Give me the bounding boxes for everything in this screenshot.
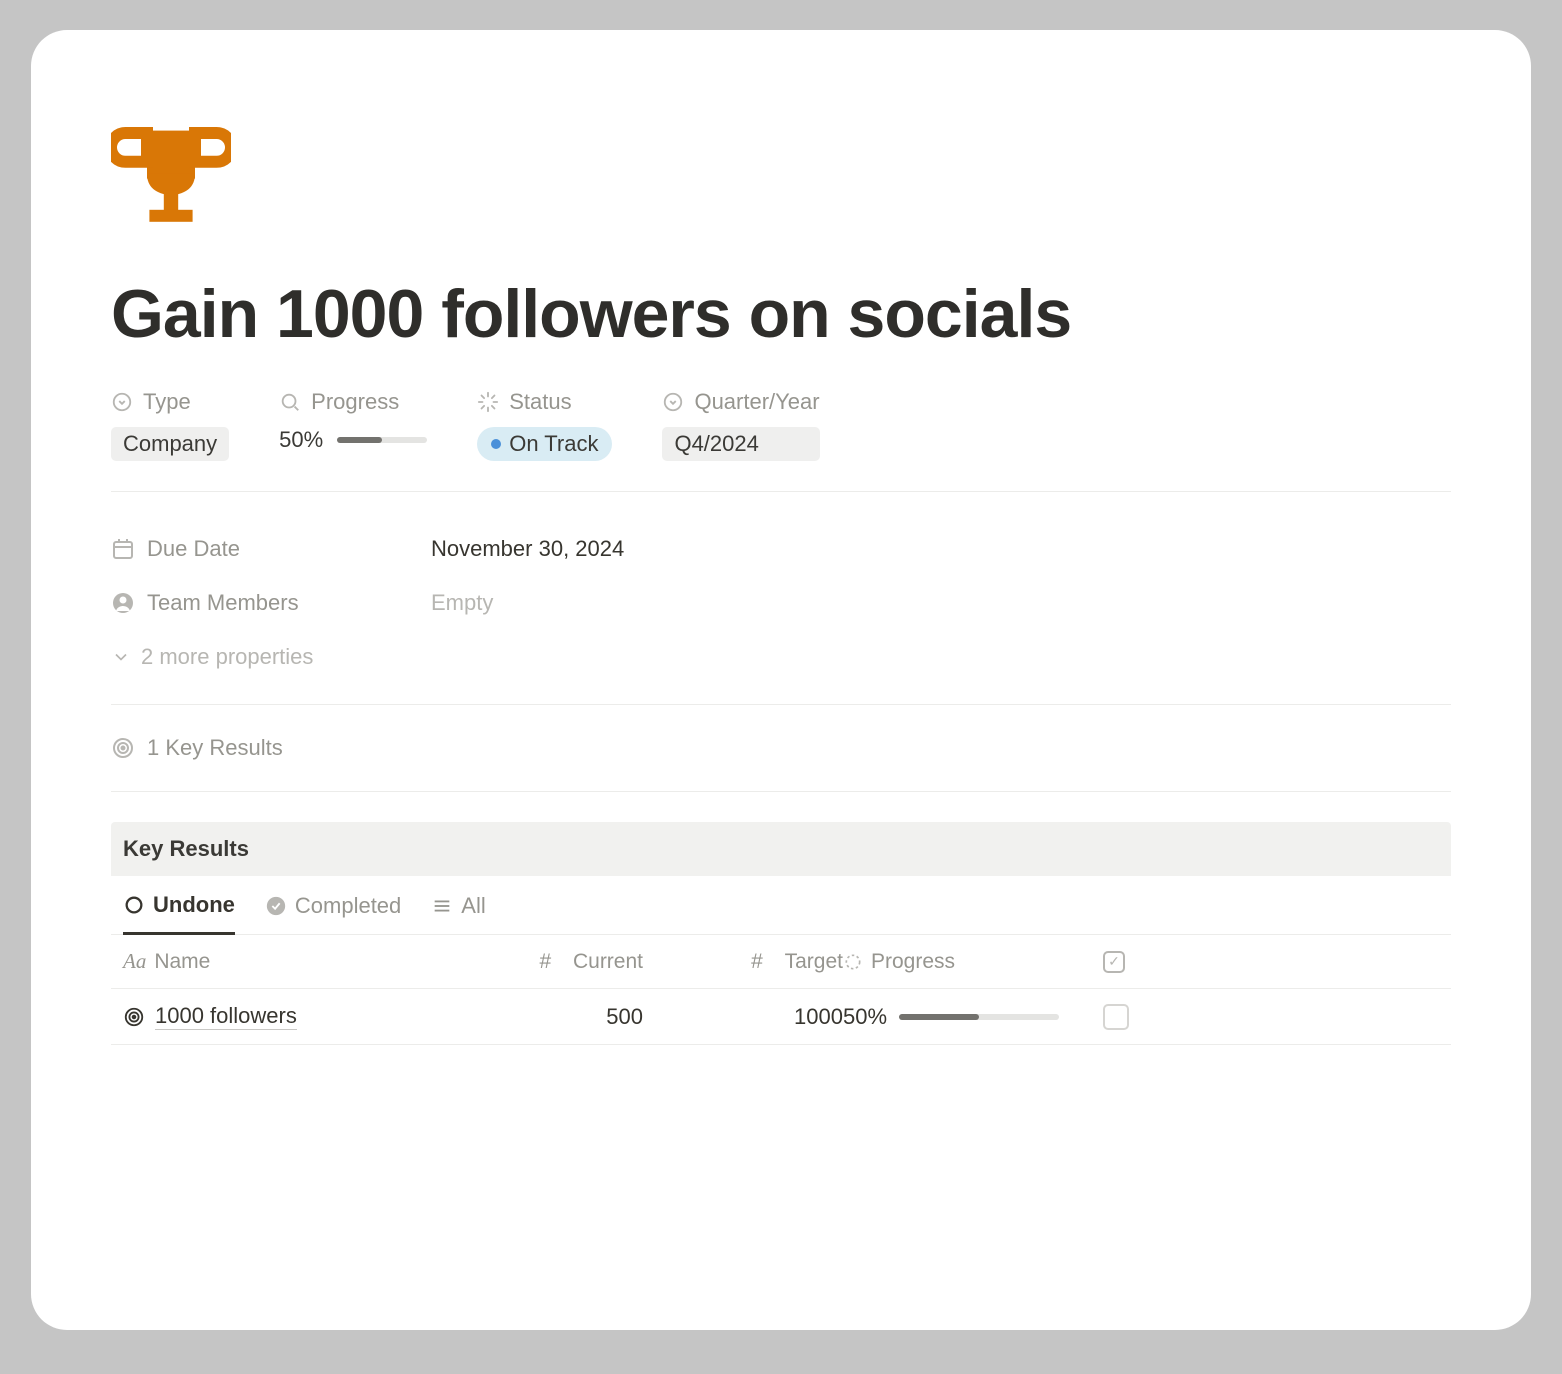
check-circle-icon [265,895,287,917]
checkbox-header-icon: ✓ [1103,951,1125,973]
property-row: Type Company Progress 50% [111,389,1451,492]
select-icon [662,391,684,413]
prop-progress-label: Progress [311,389,399,415]
search-icon [279,391,301,413]
prop-type[interactable]: Type Company [111,389,229,461]
prop-status-text: On Track [509,431,598,457]
dashed-circle-icon [843,952,863,972]
detail-list: Due Date November 30, 2024 Team Members … [111,522,1451,705]
prop-quarter-label: Quarter/Year [694,389,819,415]
detail-team-members-label: Team Members [147,590,299,616]
relation-key-results[interactable]: 1 Key Results [111,735,1451,792]
prop-status[interactable]: Status On Track [477,389,612,461]
prop-type-value[interactable]: Company [111,427,229,461]
prop-status-label: Status [509,389,571,415]
key-results-heading: Key Results [111,822,1451,876]
tab-all[interactable]: All [431,893,485,933]
col-target[interactable]: # Target [643,950,843,974]
col-check[interactable]: ✓ [1103,951,1183,973]
row-target[interactable]: 1000 [643,1004,843,1030]
status-dot-icon [491,439,501,449]
tab-undone[interactable]: Undone [123,892,235,935]
tab-completed-label: Completed [295,893,401,919]
prop-progress[interactable]: Progress 50% [279,389,427,453]
row-checkbox-cell[interactable] [1103,1004,1183,1030]
prop-progress-bar [337,437,427,443]
col-current-label: Current [573,950,643,974]
row-progress-bar [899,1014,1059,1020]
tab-all-label: All [461,893,485,919]
trophy-icon [111,120,231,230]
row-progress[interactable]: 50% [843,1004,1103,1030]
table-row[interactable]: 1000 followers 500 1000 50% [111,989,1451,1045]
key-results-table: Aa Name # Current # Target Progress ✓ [111,935,1451,1045]
col-name-label: Name [154,950,210,974]
key-results-tabs: Undone Completed All [111,876,1451,935]
target-icon [111,736,135,760]
col-target-label: Target [785,950,843,974]
row-current[interactable]: 500 [443,1004,643,1030]
calendar-icon [111,537,135,561]
relation-label: 1 Key Results [147,735,283,761]
row-name-text: 1000 followers [155,1003,297,1030]
more-properties-toggle[interactable]: 2 more properties [111,630,1451,684]
tab-undone-label: Undone [153,892,235,918]
row-name[interactable]: 1000 followers [123,1003,443,1030]
detail-due-date-value: November 30, 2024 [431,536,624,562]
detail-due-date-label: Due Date [147,536,240,562]
prop-type-label: Type [143,389,191,415]
loading-icon [477,391,499,413]
table-head: Aa Name # Current # Target Progress ✓ [111,935,1451,989]
col-name[interactable]: Aa Name [123,949,443,974]
chevron-down-icon [111,647,131,667]
prop-quarter-value[interactable]: Q4/2024 [662,427,819,461]
prop-quarter[interactable]: Quarter/Year Q4/2024 [662,389,819,461]
detail-team-members-value: Empty [431,590,493,616]
col-current[interactable]: # Current [443,950,643,974]
person-icon [111,591,135,615]
page-card: Gain 1000 followers on socials Type Comp… [31,30,1531,1330]
col-progress[interactable]: Progress [843,950,1103,974]
page-title[interactable]: Gain 1000 followers on socials [111,275,1451,353]
select-icon [111,391,133,413]
row-progress-text: 50% [843,1004,887,1030]
circle-icon [123,894,145,916]
row-checkbox[interactable] [1103,1004,1129,1030]
prop-progress-value: 50% [279,427,323,453]
detail-team-members[interactable]: Team Members Empty [111,576,1451,630]
more-properties-label: 2 more properties [141,644,313,670]
list-icon [431,895,453,917]
col-progress-label: Progress [871,950,955,974]
key-results-section: Key Results Undone Completed All Aa Name [111,822,1451,1045]
detail-due-date[interactable]: Due Date November 30, 2024 [111,522,1451,576]
prop-status-value[interactable]: On Track [477,427,612,461]
target-icon [123,1006,145,1028]
tab-completed[interactable]: Completed [265,893,401,933]
